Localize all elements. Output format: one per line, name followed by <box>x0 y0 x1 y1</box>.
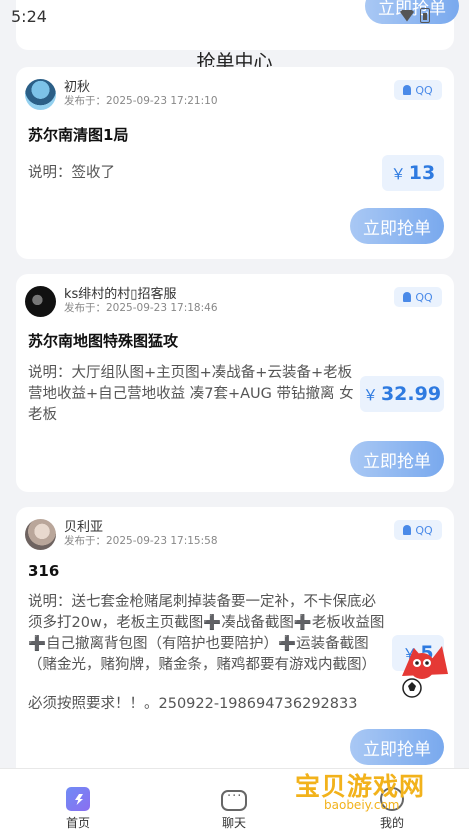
qq-contact-badge[interactable]: QQ <box>394 520 442 540</box>
chat-icon <box>221 789 247 811</box>
status-icons <box>400 8 430 23</box>
order-card[interactable]: 初秋 发布于：2025-09-23 17:21:10 QQ 苏尔南清图1局 说明… <box>16 67 454 259</box>
order-description: 说明：签收了 <box>28 165 115 181</box>
status-bar: 5:24 <box>0 0 469 34</box>
price-box: ￥ 13 <box>382 155 444 191</box>
watermark-url: baobeiy.com <box>324 798 400 812</box>
order-title: 苏尔南地图特殊图猛攻 <box>28 332 179 350</box>
wifi-icon <box>400 9 414 22</box>
avatar[interactable] <box>25 79 56 110</box>
bell-icon <box>403 85 412 95</box>
qq-contact-badge[interactable]: QQ <box>394 80 442 100</box>
order-description: 说明：大厅组队图+主页图+凑战备+云装备+老板营地收益+自己营地收益 凑7套+A… <box>28 365 354 423</box>
tab-home[interactable]: 首页 <box>28 769 128 834</box>
posted-time: 发布于：2025-09-23 17:15:58 <box>64 535 218 547</box>
tab-label: 首页 <box>65 816 90 830</box>
order-title: 苏尔南清图1局 <box>28 126 129 144</box>
mascot-sticker-icon <box>402 646 448 698</box>
price-value: 32.99 <box>380 383 442 405</box>
price-currency: ￥ <box>390 164 406 183</box>
posted-time: 发布于：2025-09-23 17:21:10 <box>64 95 218 107</box>
home-icon <box>66 787 90 811</box>
avatar[interactable] <box>25 519 56 550</box>
order-title: 316 <box>28 562 60 580</box>
qq-label: QQ <box>415 83 433 97</box>
bell-icon <box>403 292 412 302</box>
status-time: 5:24 <box>11 7 47 26</box>
price-box: ￥ 32.99 <box>360 376 444 412</box>
qq-contact-badge[interactable]: QQ <box>394 287 442 307</box>
qq-label: QQ <box>415 290 433 304</box>
order-card[interactable]: 贝利亚 发布于：2025-09-23 17:15:58 QQ 316 说明：送七… <box>16 507 454 787</box>
battery-icon <box>420 8 430 23</box>
qq-label: QQ <box>415 523 433 537</box>
avatar[interactable] <box>25 286 56 317</box>
grab-order-button[interactable]: 立即抢单 <box>350 441 444 477</box>
order-description-extra: 必须按照要求！！。250922-198694736292833 <box>28 696 358 712</box>
bell-icon <box>403 525 412 535</box>
tab-label: 聊天 <box>221 816 246 830</box>
grab-order-button[interactable]: 立即抢单 <box>350 208 444 244</box>
watermark: 宝贝游戏网 baobeiy.com <box>290 755 440 830</box>
tab-chat[interactable]: 聊天 <box>184 769 284 834</box>
order-card[interactable]: ks绯村的村▯招客服 发布于：2025-09-23 17:18:46 QQ 苏尔… <box>16 274 454 492</box>
price-currency: ￥ <box>362 385 378 404</box>
price-value: 13 <box>408 162 436 184</box>
order-description: 说明：送七套金枪赌尾刺掉装备要一定补，不卡保底必须多打20w，老板主页截图➕凑战… <box>28 594 385 673</box>
posted-time: 发布于：2025-09-23 17:18:46 <box>64 302 218 314</box>
